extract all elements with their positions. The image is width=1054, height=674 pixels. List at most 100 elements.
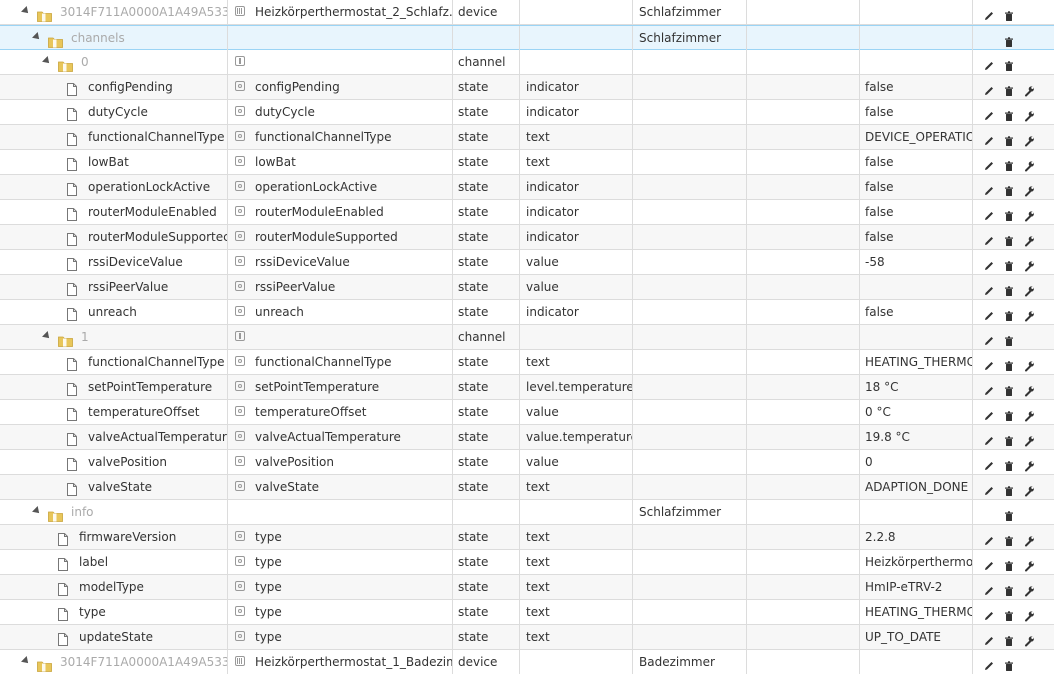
tree-row[interactable]: routerModuleEnabled routerModuleEnabled st… — [0, 200, 1054, 225]
delete-button[interactable] — [1003, 56, 1015, 71]
delete-button[interactable] — [1003, 456, 1015, 471]
tree-row[interactable]: 0 channel — [0, 50, 1054, 75]
delete-button[interactable] — [1003, 306, 1015, 321]
edit-button[interactable] — [983, 456, 995, 470]
delete-button[interactable] — [1003, 581, 1015, 596]
delete-button[interactable] — [1003, 32, 1015, 47]
tree-row[interactable]: updateState type state text UP_TO_DATE — [0, 625, 1054, 650]
edit-button[interactable] — [983, 106, 995, 120]
edit-button[interactable] — [983, 381, 995, 395]
edit-button[interactable] — [983, 556, 995, 570]
edit-button[interactable] — [983, 656, 995, 670]
tree-row[interactable]: configPending configPending state indicator… — [0, 75, 1054, 100]
delete-button[interactable] — [1003, 431, 1015, 446]
delete-button[interactable] — [1003, 81, 1015, 96]
tree-row[interactable]: operationLockActive operationLockActive st… — [0, 175, 1054, 200]
edit-button[interactable] — [983, 181, 995, 195]
edit-button[interactable] — [983, 331, 995, 345]
settings-button[interactable] — [1023, 206, 1035, 222]
tree-row[interactable]: 3014F711A0000A1A49A533D Heizkörperthermos… — [0, 650, 1054, 674]
expand-arrow-icon[interactable] — [42, 331, 52, 341]
edit-button[interactable] — [983, 6, 995, 20]
edit-button[interactable] — [983, 406, 995, 420]
edit-button[interactable] — [983, 481, 995, 495]
settings-button[interactable] — [1023, 281, 1035, 297]
settings-button[interactable] — [1023, 406, 1035, 422]
delete-button[interactable] — [1003, 656, 1015, 671]
delete-button[interactable] — [1003, 631, 1015, 646]
tree-row[interactable]: info Schlafzimmer — [0, 500, 1054, 525]
tree-row[interactable]: routerModuleSupportec routerModuleSupport… — [0, 225, 1054, 250]
edit-button[interactable] — [983, 631, 995, 645]
settings-button[interactable] — [1023, 306, 1035, 322]
settings-button[interactable] — [1023, 531, 1035, 547]
settings-button[interactable] — [1023, 431, 1035, 447]
settings-button[interactable] — [1023, 481, 1035, 497]
tree-row[interactable]: setPointTemperature setPointTemperature st… — [0, 375, 1054, 400]
settings-button[interactable] — [1023, 556, 1035, 572]
edit-button[interactable] — [983, 56, 995, 70]
edit-button[interactable] — [983, 431, 995, 445]
edit-button[interactable] — [983, 131, 995, 145]
tree-row[interactable]: valveActualTemperature valveActualTempera… — [0, 425, 1054, 450]
delete-button[interactable] — [1003, 281, 1015, 296]
tree-row[interactable]: temperatureOffset temperatureOffset state v… — [0, 400, 1054, 425]
delete-button[interactable] — [1003, 206, 1015, 221]
edit-button[interactable] — [983, 256, 995, 270]
settings-button[interactable] — [1023, 181, 1035, 197]
settings-button[interactable] — [1023, 81, 1035, 97]
edit-button[interactable] — [983, 206, 995, 220]
edit-button[interactable] — [983, 231, 995, 245]
edit-button[interactable] — [983, 281, 995, 295]
delete-button[interactable] — [1003, 131, 1015, 146]
edit-button[interactable] — [983, 306, 995, 320]
tree-row[interactable]: rssiDeviceValue rssiDeviceValue state value… — [0, 250, 1054, 275]
edit-button[interactable] — [983, 81, 995, 95]
delete-button[interactable] — [1003, 6, 1015, 21]
edit-button[interactable] — [983, 581, 995, 595]
delete-button[interactable] — [1003, 356, 1015, 371]
delete-button[interactable] — [1003, 406, 1015, 421]
tree-row[interactable]: functionalChannelType functionalChannelTy… — [0, 125, 1054, 150]
expand-arrow-icon[interactable] — [42, 56, 52, 66]
tree-row[interactable]: lowBat lowBat state text false — [0, 150, 1054, 175]
expand-arrow-icon[interactable] — [21, 656, 31, 666]
tree-row[interactable]: unreach unreach state indicator false — [0, 300, 1054, 325]
edit-button[interactable] — [983, 356, 995, 370]
tree-row[interactable]: modelType type state text HmIP-eTRV-2 — [0, 575, 1054, 600]
settings-button[interactable] — [1023, 606, 1035, 622]
delete-button[interactable] — [1003, 506, 1015, 521]
settings-button[interactable] — [1023, 581, 1035, 597]
settings-button[interactable] — [1023, 231, 1035, 247]
settings-button[interactable] — [1023, 256, 1035, 272]
delete-button[interactable] — [1003, 331, 1015, 346]
tree-row[interactable]: rssiPeerValue rssiPeerValue state value — [0, 275, 1054, 300]
tree-row[interactable]: label type state text Heizkörperthermos — [0, 550, 1054, 575]
settings-button[interactable] — [1023, 631, 1035, 647]
delete-button[interactable] — [1003, 156, 1015, 171]
tree-row[interactable]: valvePosition valvePosition state value 0 — [0, 450, 1054, 475]
expand-arrow-icon[interactable] — [21, 6, 31, 16]
delete-button[interactable] — [1003, 231, 1015, 246]
delete-button[interactable] — [1003, 106, 1015, 121]
delete-button[interactable] — [1003, 181, 1015, 196]
edit-button[interactable] — [983, 156, 995, 170]
settings-button[interactable] — [1023, 156, 1035, 172]
edit-button[interactable] — [983, 531, 995, 545]
settings-button[interactable] — [1023, 381, 1035, 397]
tree-row[interactable]: 1 channel — [0, 325, 1054, 350]
delete-button[interactable] — [1003, 481, 1015, 496]
tree-row[interactable]: firmwareVersion type state text 2.2.8 — [0, 525, 1054, 550]
settings-button[interactable] — [1023, 106, 1035, 122]
settings-button[interactable] — [1023, 356, 1035, 372]
tree-row[interactable]: valveState valveState state text ADAPTION_DO… — [0, 475, 1054, 500]
settings-button[interactable] — [1023, 131, 1035, 147]
edit-button[interactable] — [983, 606, 995, 620]
delete-button[interactable] — [1003, 531, 1015, 546]
tree-row[interactable]: functionalChannelType functionalChannelTy… — [0, 350, 1054, 375]
tree-row[interactable]: type type state text HEATING_THERMC — [0, 600, 1054, 625]
delete-button[interactable] — [1003, 256, 1015, 271]
tree-row[interactable]: dutyCycle dutyCycle state indicator false — [0, 100, 1054, 125]
tree-row[interactable]: channels Schlafzimmer — [0, 25, 1054, 50]
expand-arrow-icon[interactable] — [32, 32, 42, 42]
